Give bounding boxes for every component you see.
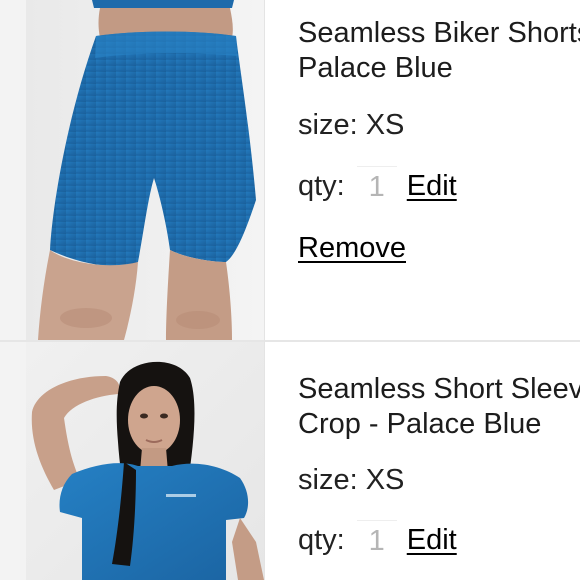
size-label: size: bbox=[298, 464, 358, 496]
product-title[interactable]: Seamless Short Sleeve Crop - Palace Blue bbox=[298, 372, 580, 442]
remove-link[interactable]: Remove bbox=[298, 232, 406, 265]
edit-link[interactable]: Edit bbox=[407, 524, 457, 557]
qty-line: qty: 1 Edit bbox=[298, 166, 457, 207]
cart-page: Seamless Biker Shorts - Palace Blue size… bbox=[0, 0, 580, 580]
size-value: XS bbox=[365, 109, 405, 141]
image-divider bbox=[264, 0, 265, 580]
product-image-crop-top[interactable] bbox=[26, 342, 264, 580]
size-value: XS bbox=[365, 464, 405, 496]
qty-label: qty: bbox=[298, 524, 345, 556]
qty-input[interactable]: 1 bbox=[356, 520, 397, 561]
crop-top-illustration bbox=[26, 342, 264, 580]
cart-item-1-details: Seamless Biker Shorts - Palace Blue size… bbox=[265, 0, 580, 340]
qty-label: qty: bbox=[298, 170, 345, 202]
cart-item-2-details: Seamless Short Sleeve Crop - Palace Blue… bbox=[265, 342, 580, 580]
size-line: size: XS bbox=[298, 109, 404, 142]
product-image-biker-shorts[interactable] bbox=[26, 0, 264, 340]
size-label: size: bbox=[298, 109, 358, 141]
qty-line: qty: 1 Edit bbox=[298, 520, 457, 561]
qty-input[interactable]: 1 bbox=[356, 166, 397, 207]
product-title[interactable]: Seamless Biker Shorts - Palace Blue bbox=[298, 16, 580, 86]
left-margin bbox=[0, 0, 26, 580]
logo-mark bbox=[166, 494, 196, 497]
edit-link[interactable]: Edit bbox=[407, 170, 457, 203]
size-line: size: XS bbox=[298, 464, 404, 497]
biker-shorts-illustration bbox=[26, 0, 264, 340]
